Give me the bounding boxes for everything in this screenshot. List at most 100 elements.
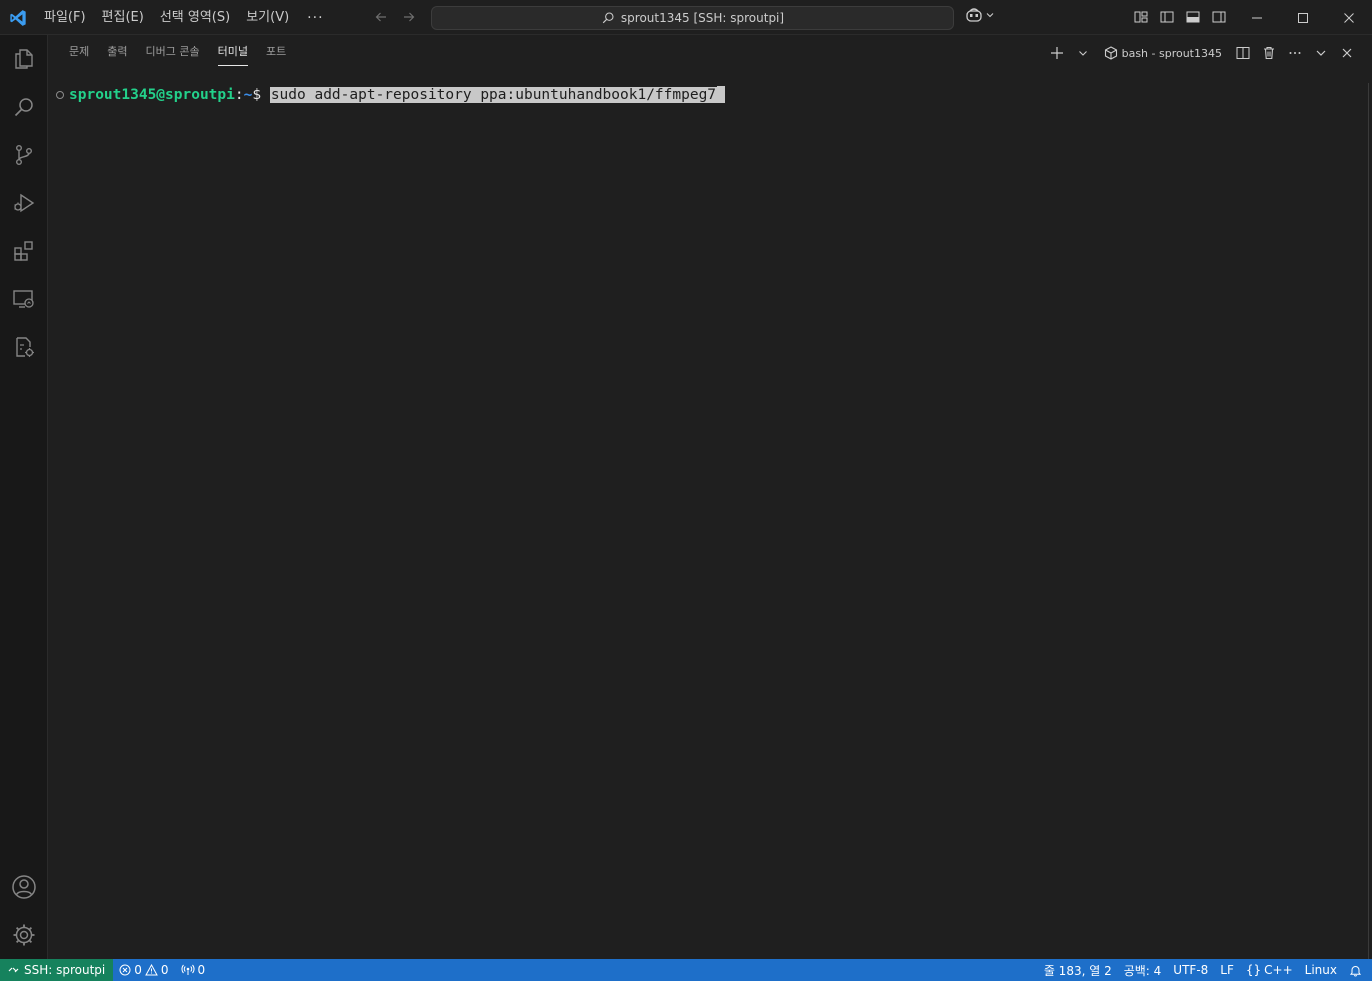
maximize-panel-button[interactable] [1310, 42, 1332, 64]
remote-explorer-icon [13, 290, 34, 308]
copilot-button[interactable] [965, 7, 995, 23]
language-label: C++ [1264, 963, 1293, 977]
manage-gear-icon [13, 924, 35, 946]
problems-indicator[interactable]: 0 0 [113, 959, 174, 981]
activity-remote-settings[interactable] [0, 323, 48, 371]
explorer-icon [15, 49, 33, 69]
remote-label: SSH: sproutpi [24, 963, 106, 977]
menu-edit[interactable]: 편집(E) [94, 6, 152, 30]
vscode-logo-icon [10, 10, 26, 26]
activity-manage[interactable] [0, 911, 48, 959]
ellipsis-icon [1289, 52, 1301, 54]
menu-view[interactable]: 보기(V) [238, 6, 297, 30]
activity-remote-explorer[interactable] [0, 275, 48, 323]
language-mode[interactable]: {} C++ [1240, 959, 1299, 981]
scrollbar-track [1368, 83, 1369, 959]
warning-icon [145, 964, 158, 976]
customize-layout-icon [1134, 11, 1148, 23]
activity-accounts[interactable] [0, 863, 48, 911]
go-back-button[interactable] [370, 6, 392, 28]
search-icon [14, 98, 33, 117]
platform[interactable]: Linux [1299, 959, 1343, 981]
activity-search[interactable] [0, 83, 48, 131]
settings-sync-icon [16, 337, 34, 357]
remote-indicator[interactable]: SSH: sproutpi [0, 959, 114, 981]
minimize-icon [1252, 17, 1262, 18]
ports-indicator[interactable]: 0 [175, 959, 212, 981]
split-icon [1236, 47, 1250, 59]
go-forward-button[interactable] [398, 6, 420, 28]
tab-terminal[interactable]: 터미널 [209, 35, 257, 71]
prompt-dollar: $ [252, 86, 270, 103]
activity-explorer[interactable] [0, 35, 48, 83]
tab-output[interactable]: 출력 [98, 35, 136, 71]
prompt-path: ~ [243, 86, 253, 103]
maximize-icon [1298, 12, 1308, 23]
layout-controls [1130, 6, 1230, 28]
terminal-view[interactable]: sprout1345@sproutpi: ~ $ sudo add-apt-repo… [48, 83, 1358, 943]
navigation-arrows [370, 6, 420, 28]
terminal-profile-dropdown[interactable] [1072, 42, 1094, 64]
encoding[interactable]: UTF-8 [1167, 959, 1214, 981]
terminal-cursor [717, 86, 726, 103]
more-actions-button[interactable] [1284, 42, 1306, 64]
broadcast-icon [181, 964, 195, 975]
activity-run-debug[interactable] [0, 179, 48, 227]
maximize-button[interactable] [1280, 0, 1326, 35]
close-window-button[interactable] [1326, 0, 1372, 35]
error-count: 0 [134, 963, 142, 977]
minimize-button[interactable] [1234, 0, 1280, 35]
sidebar-left-icon [1160, 11, 1174, 23]
panel: 문제 출력 디버그 콘솔 터미널 포트 bash - sprout1345 sp… [48, 35, 1372, 959]
menu-selection[interactable]: 선택 영역(S) [152, 6, 238, 30]
indentation[interactable]: 공백: 4 [1118, 959, 1168, 981]
toggle-panel-button[interactable] [1182, 6, 1204, 28]
terminal-instance[interactable]: bash - sprout1345 [1098, 46, 1228, 60]
panel-header: 문제 출력 디버그 콘솔 터미널 포트 bash - sprout1345 [48, 35, 1372, 71]
menu-more-button[interactable]: ··· [297, 10, 333, 26]
notifications-button[interactable] [1343, 959, 1368, 981]
close-panel-button[interactable] [1336, 42, 1358, 64]
split-terminal-button[interactable] [1232, 42, 1254, 64]
terminal-instance-label: bash - sprout1345 [1121, 46, 1222, 60]
customize-layout-button[interactable] [1130, 6, 1152, 28]
window-controls [1234, 0, 1372, 35]
menu-bar: 파일(F) 편집(E) 선택 영역(S) 보기(V) ··· [36, 0, 334, 35]
toggle-secondary-sidebar-button[interactable] [1208, 6, 1230, 28]
toggle-primary-sidebar-button[interactable] [1156, 6, 1178, 28]
status-bar: SSH: sproutpi 0 0 0 줄 183, 열 2 공백: 4 UTF… [0, 959, 1372, 981]
new-terminal-button[interactable] [1046, 42, 1068, 64]
status-bar-right: 줄 183, 열 2 공백: 4 UTF-8 LF {} C++ Linux [1038, 959, 1372, 981]
tab-debug-console[interactable]: 디버그 콘솔 [137, 35, 209, 71]
plus-icon [1050, 47, 1063, 59]
warning-count: 0 [160, 963, 169, 977]
kill-terminal-button[interactable] [1258, 42, 1280, 64]
terminal-command-text: sudo add-apt-repository ppa:ubuntuhandbo… [269, 86, 718, 103]
account-icon [12, 875, 36, 899]
source-control-icon [15, 145, 32, 166]
tab-ports[interactable]: 포트 [257, 35, 295, 71]
arrow-right-icon [404, 12, 415, 22]
terminal-box-icon [1104, 46, 1117, 60]
bell-icon [1349, 965, 1362, 976]
chevron-down-icon [986, 13, 994, 18]
command-center-label: sprout1345 [SSH: sproutpi] [620, 11, 785, 25]
activity-source-control[interactable] [0, 131, 48, 179]
menu-file[interactable]: 파일(F) [36, 6, 94, 30]
cursor-position[interactable]: 줄 183, 열 2 [1038, 959, 1118, 981]
command-center-search[interactable]: sprout1345 [SSH: sproutpi] [431, 6, 954, 30]
end-of-line[interactable]: LF [1214, 959, 1240, 981]
panel-actions: bash - sprout1345 [1046, 41, 1358, 65]
panel-bottom-icon [1186, 11, 1200, 23]
activity-bar [0, 35, 48, 959]
panel-tabs: 문제 출력 디버그 콘솔 터미널 포트 [60, 35, 295, 71]
terminal-scrollbar[interactable] [1358, 83, 1372, 959]
command-decoration-icon[interactable] [56, 90, 64, 99]
tab-problems[interactable]: 문제 [60, 35, 98, 71]
activity-extensions[interactable] [0, 227, 48, 275]
run-debug-icon [14, 193, 35, 213]
terminal-prompt-line: sprout1345@sproutpi: ~ $ sudo add-apt-repo… [56, 86, 726, 103]
error-icon [119, 964, 131, 976]
extensions-icon [14, 241, 33, 261]
remote-icon [8, 967, 19, 973]
